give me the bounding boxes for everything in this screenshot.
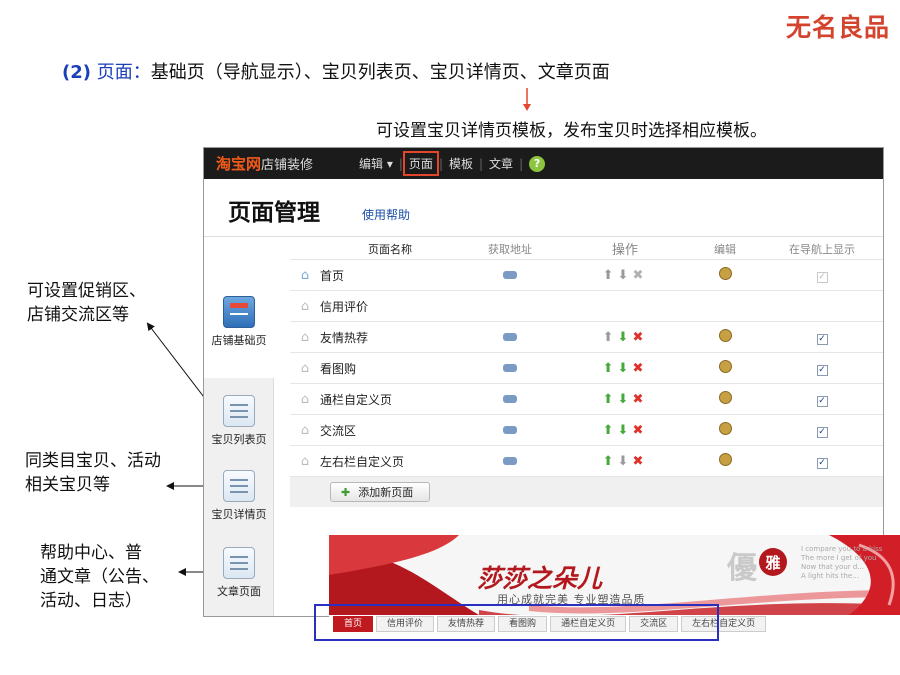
- table-row: ⌂ 友情热荐 ⬆⬇✖ ✓: [290, 322, 883, 353]
- table-footer: ✚ 添加新页面: [290, 477, 883, 507]
- link-icon[interactable]: [503, 364, 517, 372]
- plus-icon: ✚: [341, 485, 351, 499]
- home-icon: ⌂: [300, 391, 310, 407]
- annotation-basic-page: 可设置促销区、 店铺交流区等: [27, 281, 146, 325]
- page-header: 页面管理 使用帮助: [204, 179, 883, 237]
- edit-icon[interactable]: [718, 329, 732, 342]
- help-icon[interactable]: ?: [529, 155, 546, 172]
- move-down-icon[interactable]: ⬇: [618, 392, 633, 407]
- heading-number: (2): [62, 62, 91, 83]
- table-row: ⌂ 通栏自定义页 ⬆⬇✖ ✓: [290, 384, 883, 415]
- article-page-icon: [223, 547, 255, 579]
- nav-show-checkbox[interactable]: ✓: [816, 333, 828, 345]
- nav-show-checkbox: ✓: [816, 271, 828, 283]
- move-down-icon: ⬇: [617, 267, 633, 283]
- heading-text: 基础页（导航显示）、宝贝列表页、宝贝详情页、文章页面: [150, 62, 610, 83]
- link-icon[interactable]: [503, 271, 517, 279]
- menu-articles[interactable]: 文章: [483, 155, 519, 172]
- nav-show-checkbox[interactable]: ✓: [816, 395, 828, 407]
- help-link[interactable]: 使用帮助: [362, 206, 410, 223]
- table-row: ⌂ 左右栏自定义页 ⬆⬇✖ ✓: [290, 446, 883, 477]
- page-type-sidebar: 店铺基础页 宝贝列表页 宝贝详情页 文章页面: [204, 238, 274, 616]
- template-note: 可设置宝贝详情页模板，发布宝贝时选择相应模板。: [376, 121, 767, 141]
- delete-icon[interactable]: ✖: [632, 423, 647, 438]
- nav-show-checkbox[interactable]: ✓: [816, 364, 828, 376]
- store-decor-label: 店铺装修: [261, 158, 314, 173]
- move-up-icon[interactable]: ⬆: [603, 361, 618, 376]
- move-down-icon: ⬇: [617, 453, 633, 469]
- page-title: 页面管理: [228, 200, 320, 226]
- link-icon[interactable]: [503, 457, 517, 465]
- brand-logo: 无名良品: [785, 13, 890, 42]
- home-icon: ⌂: [300, 360, 310, 376]
- move-up-icon[interactable]: ⬆: [603, 392, 618, 407]
- move-up-icon: ⬆: [602, 267, 618, 283]
- delete-icon: ✖: [632, 267, 648, 283]
- add-page-button[interactable]: ✚ 添加新页面: [330, 482, 431, 502]
- taobao-logo: 淘宝网: [216, 155, 262, 173]
- edit-icon[interactable]: [718, 422, 732, 435]
- delete-icon[interactable]: ✖: [632, 454, 647, 469]
- home-icon: ⌂: [300, 422, 310, 438]
- shop-icon: [223, 296, 255, 328]
- edit-icon[interactable]: [718, 267, 732, 280]
- banner-store-name: 莎莎之朵儿: [477, 564, 603, 593]
- sidebar-item-basic-page[interactable]: 店铺基础页: [204, 238, 274, 378]
- heading-keyword: 页面：: [96, 62, 151, 83]
- edit-icon[interactable]: [718, 453, 732, 466]
- down-arrow-icon: [523, 88, 531, 111]
- banner-english-text: I compare you to a kiss The more I get o…: [801, 545, 883, 580]
- detail-page-icon: [223, 470, 255, 502]
- nav-show-checkbox[interactable]: ✓: [816, 426, 828, 438]
- menu-pages[interactable]: 页面: [402, 151, 439, 176]
- nav-show-checkbox[interactable]: ✓: [816, 457, 828, 469]
- table-row: ⌂ 信用评价: [290, 291, 883, 322]
- edit-icon[interactable]: [718, 360, 732, 373]
- delete-icon[interactable]: ✖: [632, 330, 647, 345]
- move-up-icon[interactable]: ⬆: [603, 454, 618, 469]
- move-down-icon[interactable]: ⬇: [618, 330, 633, 345]
- sidebar-item-list-page[interactable]: 宝贝列表页: [204, 395, 274, 447]
- link-icon[interactable]: [503, 333, 517, 341]
- move-down-icon[interactable]: ⬇: [618, 361, 633, 376]
- table-header: 页面名称 获取地址 操作 编辑 在导航上显示: [290, 238, 883, 260]
- table-row: ⌂ 交流区 ⬆⬇✖ ✓: [290, 415, 883, 446]
- move-down-icon[interactable]: ⬇: [618, 423, 633, 438]
- banner-badge-circle: 雅: [759, 548, 787, 576]
- page-table: 页面名称 获取地址 操作 编辑 在导航上显示 ⌂ 首页 ⬆⬇✖ ✓ ⌂ 信用评价…: [290, 238, 883, 507]
- list-page-icon: [223, 395, 255, 427]
- nav-highlight-box: [314, 604, 719, 641]
- sidebar-item-detail-page[interactable]: 宝贝详情页: [204, 470, 274, 522]
- menu-templates[interactable]: 模板: [443, 155, 479, 172]
- annotation-list-page: 同类目宝贝、活动 相关宝贝等: [25, 451, 161, 495]
- table-row: ⌂ 首页 ⬆⬇✖ ✓: [290, 260, 883, 291]
- home-icon: ⌂: [300, 453, 310, 469]
- link-icon[interactable]: [503, 395, 517, 403]
- move-up-icon: ⬆: [602, 329, 618, 345]
- edit-icon[interactable]: [718, 391, 732, 404]
- annotation-article-page: 帮助中心、普 通文章（公告、 活动、日志）: [40, 543, 159, 611]
- menu-edit[interactable]: 编辑 ▾: [353, 155, 399, 172]
- link-icon[interactable]: [503, 426, 517, 434]
- sidebar-item-article-page[interactable]: 文章页面: [204, 547, 274, 599]
- delete-icon[interactable]: ✖: [632, 361, 647, 376]
- delete-icon[interactable]: ✖: [632, 392, 647, 407]
- home-icon: ⌂: [300, 298, 310, 314]
- home-icon: ⌂: [300, 267, 310, 283]
- move-up-icon[interactable]: ⬆: [603, 423, 618, 438]
- top-menu-bar: 淘宝网 店铺装修 编辑 ▾ | 页面 | 模板 | 文章 | ?: [204, 148, 883, 179]
- home-icon: ⌂: [300, 329, 310, 345]
- banner-badge-char: 優: [727, 551, 757, 586]
- slide-heading: (2) 页面：基础页（导航显示）、宝贝列表页、宝贝详情页、文章页面: [62, 58, 610, 84]
- table-row: ⌂ 看图购 ⬆⬇✖ ✓: [290, 353, 883, 384]
